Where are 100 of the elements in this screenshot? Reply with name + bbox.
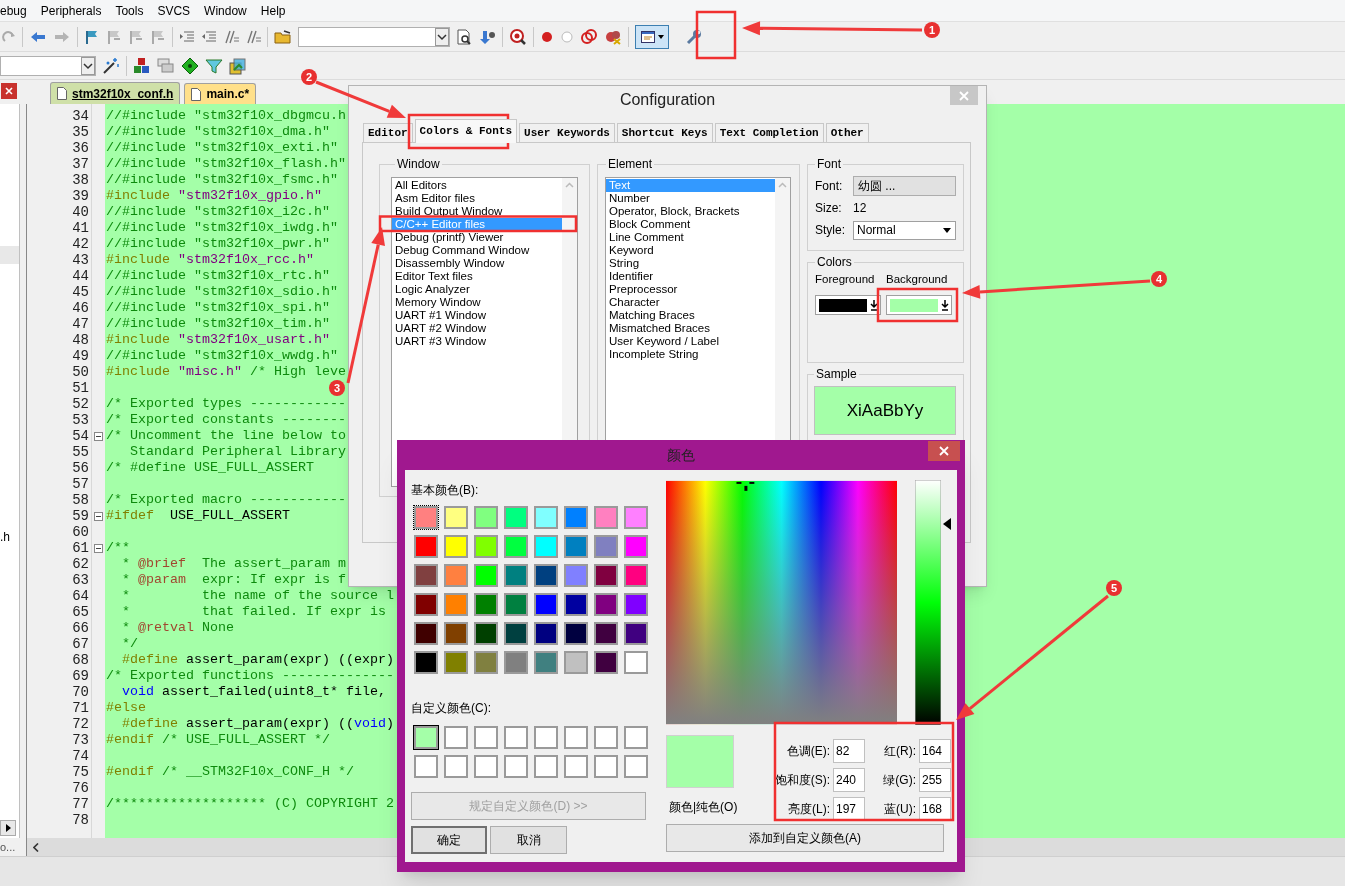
code-line: //#include "stm32f10x_tim.h" bbox=[106, 316, 330, 331]
code-line: //#include "stm32f10x_spi.h" bbox=[106, 300, 330, 315]
line-number: 64 bbox=[71, 588, 90, 604]
field-label: Size: bbox=[815, 201, 842, 215]
line-number: 34 bbox=[71, 108, 90, 124]
line-number: 61 bbox=[71, 540, 90, 556]
code-line: /******************* (C) COPYRIGHT 2 bbox=[106, 796, 394, 811]
line-number: 36 bbox=[71, 140, 90, 156]
line-number: 47 bbox=[71, 316, 90, 332]
group-label: Sample bbox=[816, 367, 857, 381]
code-line: //#include "stm32f10x_dbgmcu.h bbox=[106, 108, 346, 123]
line-number: 65 bbox=[71, 604, 90, 620]
line-number: 51 bbox=[71, 380, 90, 396]
group-label: Element bbox=[608, 157, 653, 171]
code-line: /* Exported types ------------ bbox=[106, 396, 346, 411]
line-number: 41 bbox=[71, 220, 90, 236]
line-number: 63 bbox=[71, 572, 90, 588]
field-label: 亮度(L): bbox=[787, 800, 830, 818]
sample-preview: XiAaBbYy bbox=[814, 386, 956, 435]
field-label: Style: bbox=[815, 223, 845, 237]
code-line: #include "stm32f10x_rcc.h" bbox=[106, 252, 314, 267]
code-line: */ bbox=[121, 636, 138, 651]
code-line: Standard Peripheral Library bbox=[129, 444, 346, 459]
field-label: Font: bbox=[815, 179, 843, 193]
code-line: //#include "stm32f10x_pwr.h" bbox=[106, 236, 330, 251]
line-number: 69 bbox=[71, 668, 90, 684]
section-label: 自定义颜色(C): bbox=[411, 701, 491, 715]
status-text: o... bbox=[0, 841, 16, 853]
code-line: /* Exported macro ------------ bbox=[106, 492, 346, 507]
swatch-label: Background bbox=[886, 272, 949, 285]
line-number: 39 bbox=[71, 188, 90, 204]
group-label: Colors bbox=[817, 255, 852, 269]
code-line: #define assert_param(expr) ((void) bbox=[121, 716, 394, 731]
line-number: 76 bbox=[71, 780, 90, 796]
line-number: 58 bbox=[71, 492, 90, 508]
code-line: #include "stm32f10x_usart.h" bbox=[106, 332, 330, 347]
line-number: 37 bbox=[71, 156, 90, 172]
line-number: 44 bbox=[71, 268, 90, 284]
code-line: #define assert_param(expr) ((expr) bbox=[121, 652, 394, 667]
code-line: //#include "stm32f10x_dma.h" bbox=[106, 124, 330, 139]
field-label: 饱和度(S): bbox=[773, 771, 830, 789]
line-number: 67 bbox=[71, 636, 90, 652]
code-line: //#include "stm32f10x_flash.h" bbox=[106, 156, 346, 171]
code-line: //#include "stm32f10x_fsmc.h" bbox=[106, 172, 338, 187]
line-number: 43 bbox=[71, 252, 90, 268]
code-line: /* Exported functions -------------- bbox=[106, 668, 394, 683]
code-line: //#include "stm32f10x_wwdg.h" bbox=[106, 348, 338, 363]
line-number: 42 bbox=[71, 236, 90, 252]
size-value: 12 bbox=[853, 201, 867, 215]
line-number: 57 bbox=[71, 476, 90, 492]
code-line: //#include "stm32f10x_iwdg.h" bbox=[106, 220, 338, 235]
code-line: //#include "stm32f10x_exti.h" bbox=[106, 140, 338, 155]
line-number: 66 bbox=[71, 620, 90, 636]
line-number: 48 bbox=[71, 332, 90, 348]
field-label: 红(R): bbox=[883, 742, 916, 760]
line-number: 60 bbox=[71, 524, 90, 540]
code-line: * @param expr: If expr is f bbox=[121, 572, 346, 587]
code-line: /* #define USE_FULL_ASSERT bbox=[106, 460, 314, 475]
code-line: * the name of the source l bbox=[121, 588, 394, 603]
code-line: * @retval None bbox=[121, 620, 234, 635]
dialog-title: Configuration bbox=[619, 91, 716, 108]
group-label: Font bbox=[817, 157, 841, 171]
line-number: 77 bbox=[71, 796, 90, 812]
code-line: //#include "stm32f10x_sdio.h" bbox=[106, 284, 338, 299]
code-line: #include "misc.h" /* High leve bbox=[106, 364, 346, 379]
code-line: /** bbox=[106, 540, 130, 555]
field-label: 色调(E): bbox=[785, 742, 830, 760]
line-number: 52 bbox=[71, 396, 90, 412]
line-number: 70 bbox=[71, 684, 90, 700]
dialog-title: 颜色 bbox=[667, 446, 695, 463]
line-number: 71 bbox=[71, 700, 90, 716]
code-line: * that failed. If expr is bbox=[121, 604, 386, 619]
line-number: 78 bbox=[71, 812, 90, 828]
section-label: 基本颜色(B): bbox=[411, 483, 479, 497]
code-line: #ifdef USE_FULL_ASSERT bbox=[106, 508, 290, 523]
line-number: 68 bbox=[71, 652, 90, 668]
code-line: #else bbox=[106, 700, 146, 715]
code-line: * @brief The assert_param m bbox=[121, 556, 346, 571]
swatch-label: Foreground bbox=[815, 272, 876, 285]
line-number: 49 bbox=[71, 348, 90, 364]
line-number: 75 bbox=[71, 764, 90, 780]
field-label: 蓝(U): bbox=[883, 800, 916, 818]
line-number: 35 bbox=[71, 124, 90, 140]
line-number: 40 bbox=[71, 204, 90, 220]
line-number: 62 bbox=[71, 556, 90, 572]
line-number: 38 bbox=[71, 172, 90, 188]
code-line: /* Uncomment the line below to bbox=[106, 428, 346, 443]
code-line: #endif /* __STM32F10x_CONF_H */ bbox=[106, 764, 354, 779]
code-line: //#include "stm32f10x_rtc.h" bbox=[106, 268, 330, 283]
group-label: Window bbox=[397, 157, 440, 171]
code-line: #include "stm32f10x_gpio.h" bbox=[106, 188, 322, 203]
line-number: 45 bbox=[71, 284, 90, 300]
line-number: 50 bbox=[71, 364, 90, 380]
line-number: 56 bbox=[71, 460, 90, 476]
line-number: 55 bbox=[71, 444, 90, 460]
style-value: Normal bbox=[857, 223, 896, 237]
line-number: 72 bbox=[71, 716, 90, 732]
code-line: /* Exported constants -------- bbox=[106, 412, 346, 427]
code-line: #endif /* USE_FULL_ASSERT */ bbox=[106, 732, 330, 747]
code-line: //#include "stm32f10x_i2c.h" bbox=[106, 204, 330, 219]
